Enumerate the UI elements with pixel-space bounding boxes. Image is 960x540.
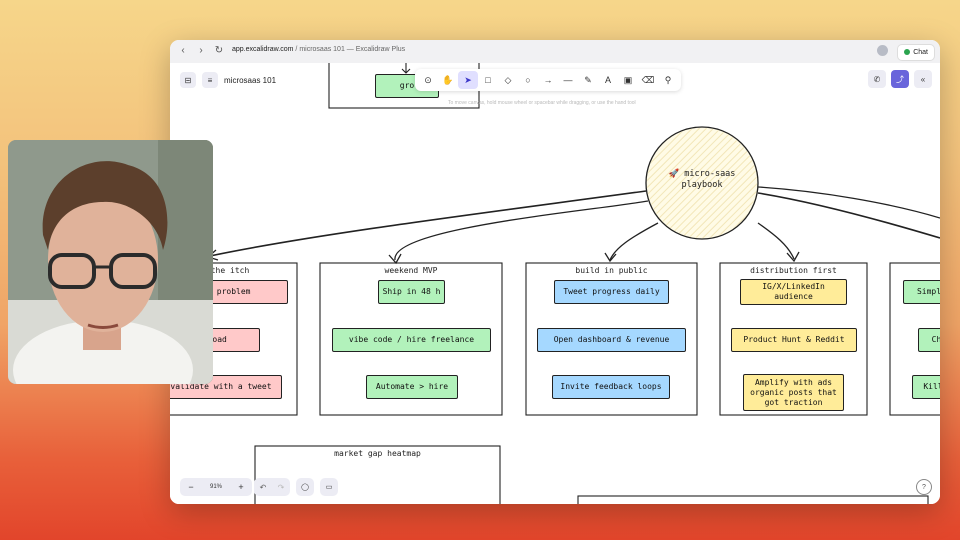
card-partial-kill[interactable]: Kill <box>912 375 940 399</box>
forward-icon[interactable]: › <box>194 44 208 58</box>
card-product-hunt[interactable]: Product Hunt & Reddit <box>731 328 857 352</box>
frame-title-partial: ... <box>742 499 758 504</box>
chat-label: Chat <box>913 49 928 56</box>
card-partial-ch[interactable]: Ch <box>918 328 940 352</box>
collapse-icon[interactable]: « <box>914 70 932 88</box>
reload-icon[interactable]: ↻ <box>212 44 226 58</box>
document-name[interactable]: microsaas 101 <box>224 76 276 85</box>
canvas-hint: To move canvas, hold mouse wheel or spac… <box>448 100 636 106</box>
top-right-controls: ✆ ⤴ « <box>863 70 932 88</box>
undo-icon[interactable]: ↶ <box>254 483 272 492</box>
card-ship-48h[interactable]: Ship in 48 h <box>378 280 445 304</box>
comment-icon[interactable]: ◯ <box>296 478 314 496</box>
sidebar-toggle-icon[interactable]: ⊟ <box>180 72 196 88</box>
card-audience[interactable]: IG/X/LinkedIn audience <box>740 279 847 305</box>
zoom-level[interactable]: 91% <box>202 484 230 490</box>
zoom-controls: − 91% + <box>180 478 252 496</box>
line-icon[interactable]: — <box>558 71 578 89</box>
menu-icon[interactable]: ≡ <box>202 72 218 88</box>
webcam-overlay <box>8 140 213 384</box>
image-icon[interactable]: ▣ <box>618 71 638 89</box>
card-open-dashboard[interactable]: Open dashboard & revenue <box>537 328 686 352</box>
diamond-icon[interactable]: ◇ <box>498 71 518 89</box>
card-tweet-progress[interactable]: Tweet progress daily <box>554 280 669 304</box>
back-icon[interactable]: ‹ <box>176 44 190 58</box>
chat-icon <box>904 49 911 56</box>
frame-title-weekend-mvp: weekend MVP <box>384 266 438 275</box>
url-path: / microsaas 101 — Excalidraw Plus <box>293 46 406 53</box>
top-left-controls: ⊟ ≡ microsaas 101 <box>180 72 276 88</box>
arrow-icon[interactable]: → <box>538 71 558 89</box>
card-automate[interactable]: Automate > hire <box>366 375 458 399</box>
share-icon[interactable]: ⤴ <box>891 70 909 88</box>
frame-title-build-in-public: build in public <box>575 266 648 275</box>
ellipse-icon[interactable]: ○ <box>518 71 538 89</box>
redo-icon[interactable]: ↷ <box>272 483 290 492</box>
browser-chrome: ‹ › ↻ app.excalidraw.com / microsaas 101… <box>170 40 940 64</box>
extension-icon[interactable] <box>877 45 888 56</box>
excalidraw-canvas[interactable]: gro 🚀 micro-saas playbook the itch own p… <box>170 63 940 504</box>
help-icon[interactable]: ? <box>916 479 932 495</box>
zoom-out-icon[interactable]: − <box>180 482 202 492</box>
url-domain: app.excalidraw.com <box>232 46 294 53</box>
center-node-title[interactable]: 🚀 micro-saas playbook <box>654 169 750 191</box>
address-bar[interactable]: app.excalidraw.com / microsaas 101 — Exc… <box>232 46 405 53</box>
rectangle-icon[interactable]: □ <box>478 71 498 89</box>
phone-icon[interactable]: ✆ <box>868 70 886 88</box>
webcam-person <box>8 140 213 384</box>
eraser-icon[interactable]: ⌫ <box>638 71 658 89</box>
card-partial-simpl[interactable]: Simpl <box>903 280 940 304</box>
more-tools-icon[interactable]: ⚲ <box>658 71 678 89</box>
frame-title-market-gap: market gap heatmap <box>334 449 421 458</box>
browser-window: ‹ › ↻ app.excalidraw.com / microsaas 101… <box>170 40 940 504</box>
zoom-in-icon[interactable]: + <box>230 482 252 492</box>
hand-icon[interactable]: ✋ <box>438 71 458 89</box>
pencil-icon[interactable]: ✎ <box>578 71 598 89</box>
pointer-icon[interactable]: ➤ <box>458 71 478 89</box>
card-feedback-loops[interactable]: Invite feedback loops <box>552 375 670 399</box>
card-amplify-ads[interactable]: Amplify with ads organic posts that got … <box>743 374 844 411</box>
card-vibe-code[interactable]: vibe code / hire freelance <box>332 328 491 352</box>
present-icon[interactable]: ▭ <box>320 478 338 496</box>
text-icon[interactable]: A <box>598 71 618 89</box>
frame-title-distribution-first: distribution first <box>750 266 837 275</box>
undo-redo: ↶ ↷ <box>254 478 290 496</box>
chat-button[interactable]: Chat <box>897 44 935 61</box>
toolbar: ⊙ ✋ ➤ □ ◇ ○ → — ✎ A ▣ ⌫ ⚲ <box>415 69 681 91</box>
lock-icon[interactable]: ⊙ <box>418 71 438 89</box>
